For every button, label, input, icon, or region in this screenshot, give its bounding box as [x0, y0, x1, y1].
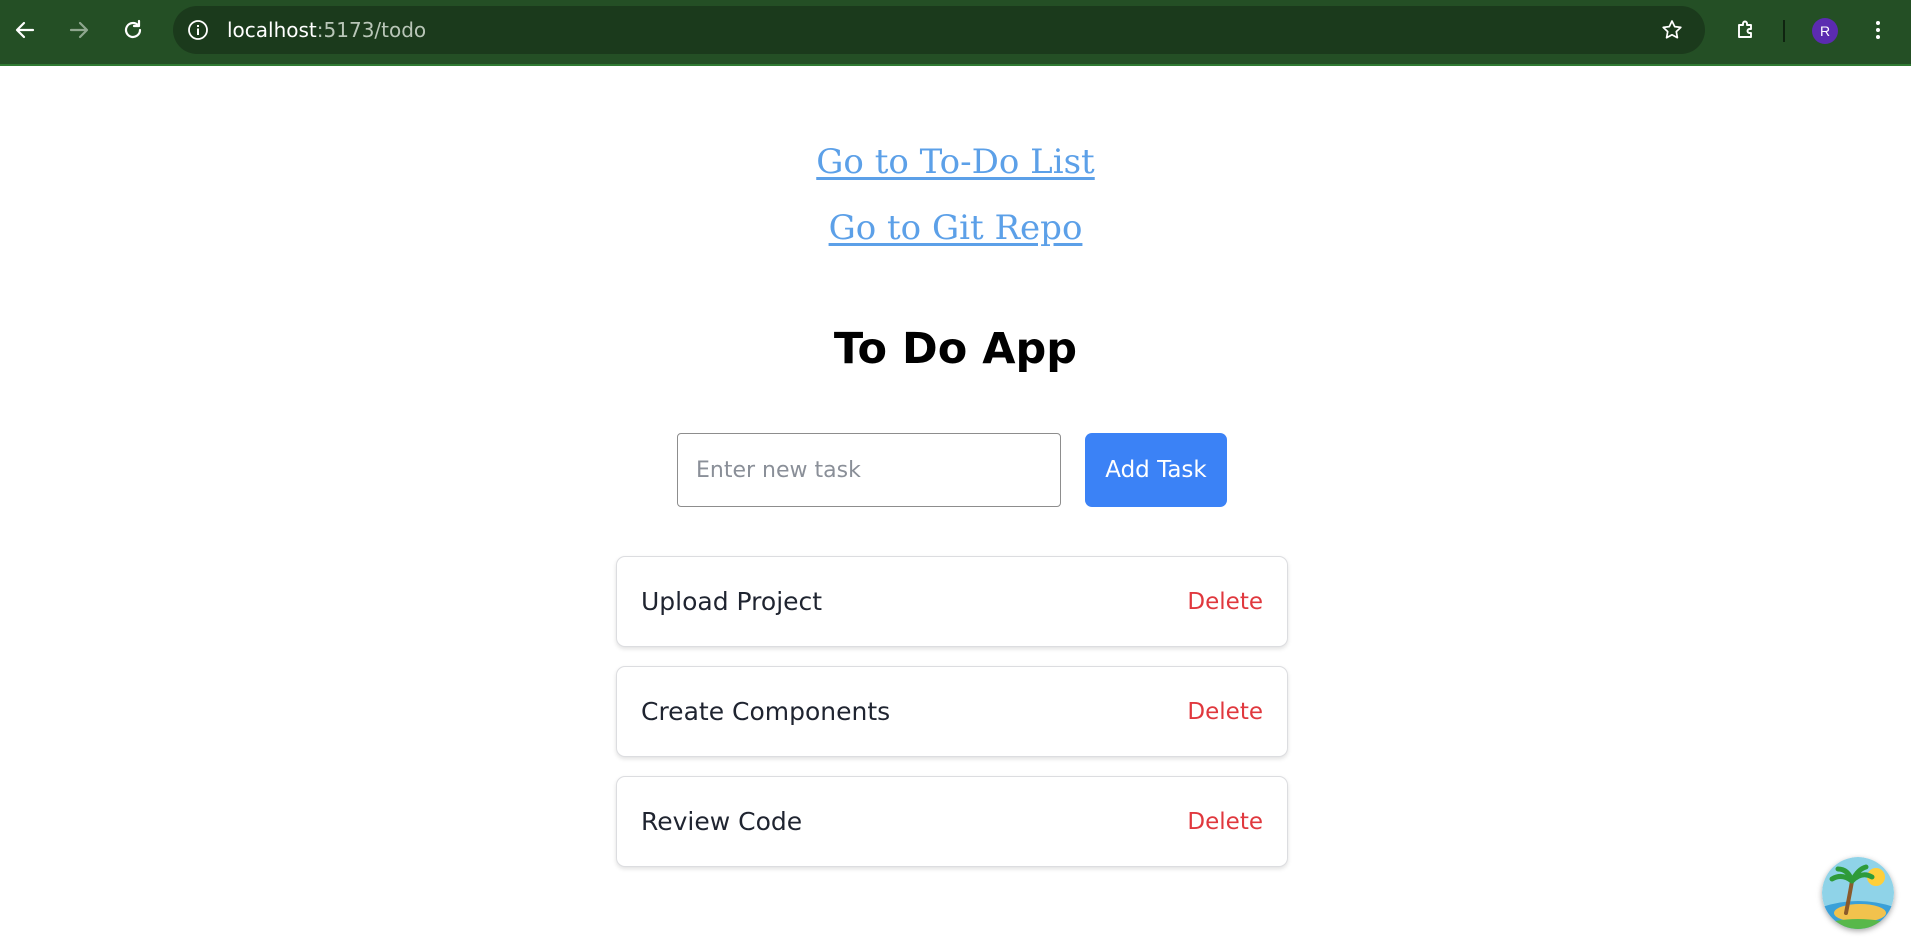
back-arrow-icon[interactable] — [7, 12, 43, 48]
delete-task-button[interactable]: Delete — [1187, 699, 1263, 725]
task-item: Create Components Delete — [616, 666, 1288, 757]
forward-arrow-icon[interactable] — [61, 12, 97, 48]
task-list: Upload Project Delete Create Components … — [616, 556, 1288, 886]
url-text[interactable]: localhost:5173/todo — [227, 17, 426, 43]
bookmark-star-icon[interactable] — [1659, 17, 1685, 43]
delete-task-button[interactable]: Delete — [1187, 589, 1263, 615]
url-host: localhost — [227, 18, 317, 42]
task-text: Upload Project — [641, 587, 823, 616]
delete-task-button[interactable]: Delete — [1187, 809, 1263, 835]
page-title: To Do App — [833, 324, 1078, 374]
url-path: :5173/todo — [316, 18, 427, 42]
kebab-menu-icon[interactable] — [1860, 12, 1896, 48]
browser-toolbar: localhost:5173/todo R — [0, 0, 1911, 66]
link-git-repo[interactable]: Go to Git Repo — [0, 206, 1911, 250]
address-bar[interactable]: localhost:5173/todo — [173, 6, 1705, 54]
reload-icon[interactable] — [115, 12, 151, 48]
task-text: Create Components — [641, 697, 891, 726]
site-info-icon[interactable] — [186, 18, 210, 42]
task-item: Upload Project Delete — [616, 556, 1288, 647]
task-item: Review Code Delete — [616, 776, 1288, 867]
add-task-button[interactable]: Add Task — [1085, 433, 1227, 507]
profile-avatar[interactable]: R — [1812, 18, 1838, 44]
new-task-input[interactable] — [677, 433, 1061, 507]
extensions-puzzle-icon[interactable] — [1728, 12, 1764, 48]
toolbar-divider — [1783, 20, 1785, 42]
nav-links: Go to To-Do List Go to Git Repo — [0, 140, 1911, 250]
beach-island-icon[interactable] — [1822, 857, 1894, 929]
link-todo-list[interactable]: Go to To-Do List — [0, 140, 1911, 184]
task-text: Review Code — [641, 807, 803, 836]
